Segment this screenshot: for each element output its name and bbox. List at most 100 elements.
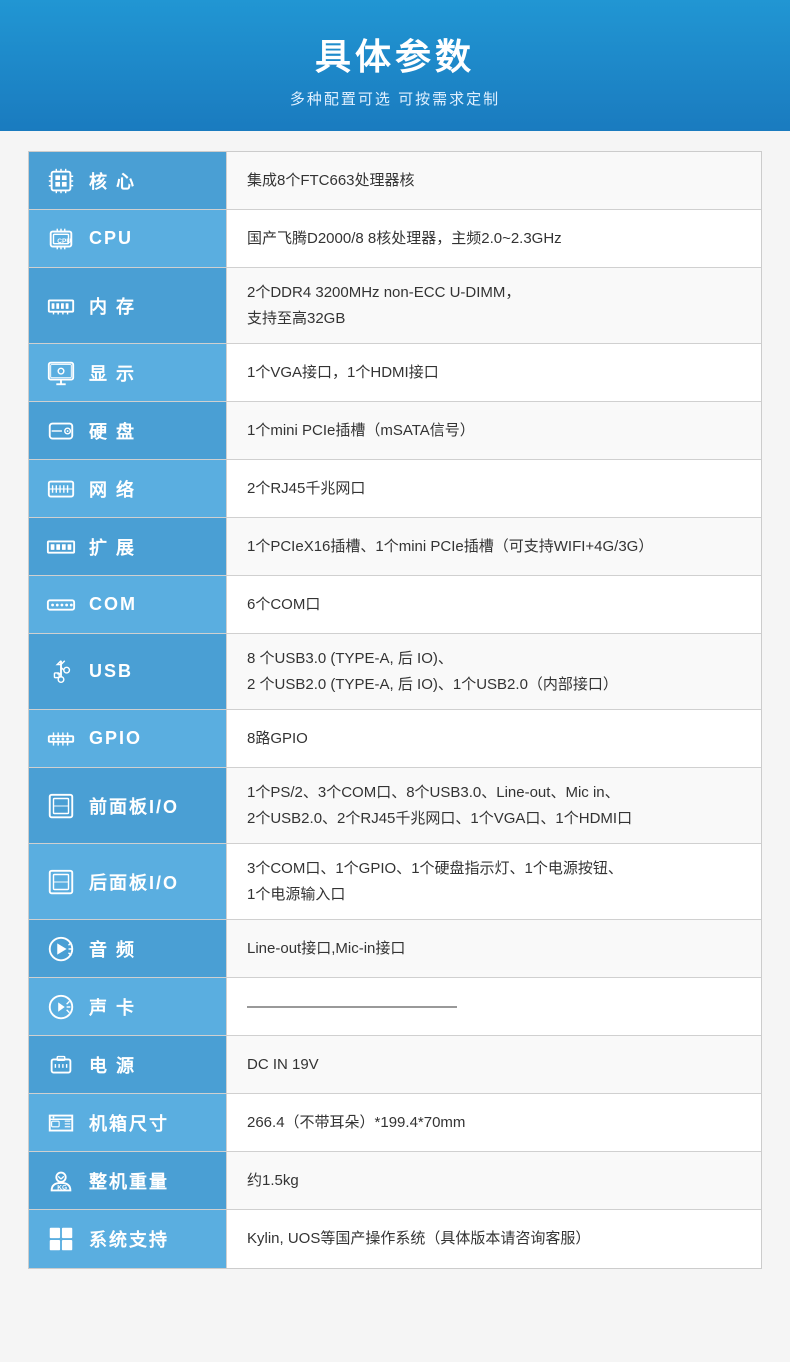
page-header: 具体参数 多种配置可选 可按需求定制 xyxy=(0,0,790,131)
spec-label-soundcard: 声 卡 xyxy=(29,978,227,1035)
spec-value-text-cpu: 国产飞腾D2000/8 8核处理器，主频2.0~2.3GHz xyxy=(247,226,741,252)
spec-value-core: 集成8个FTC663处理器核 xyxy=(227,152,761,209)
spec-value-text-com: 6个COM口 xyxy=(247,592,741,618)
svg-text:KG: KG xyxy=(57,1184,67,1191)
network-icon xyxy=(43,471,79,507)
spec-label-network: 网 络 xyxy=(29,460,227,517)
spec-row-memory: 内 存 2个DDR4 3200MHz non-ECC U-DIMM，支持至高32G… xyxy=(29,268,761,344)
spec-row-core: 核 心 集成8个FTC663处理器核 xyxy=(29,152,761,210)
spec-value-expansion: 1个PCIeX16插槽、1个mini PCIe插槽（可支持WIFI+4G/3G） xyxy=(227,518,761,575)
hdd-icon xyxy=(43,413,79,449)
spec-row-audio: 音 频 Line-out接口,Mic-in接口 xyxy=(29,920,761,978)
spec-value-text-reario: 3个COM口、1个GPIO、1个硬盘指示灯、1个电源按钮、1个电源输入口 xyxy=(247,856,741,907)
spec-value-text-memory: 2个DDR4 3200MHz non-ECC U-DIMM，支持至高32GB xyxy=(247,280,741,331)
power-icon xyxy=(43,1047,79,1083)
usb-icon xyxy=(43,654,79,690)
spec-label-usb: USB xyxy=(29,634,227,709)
spec-row-network: 网 络 2个RJ45千兆网口 xyxy=(29,460,761,518)
spec-label-chassis: 机箱尺寸 xyxy=(29,1094,227,1151)
spec-label-text-chassis: 机箱尺寸 xyxy=(89,1110,169,1136)
spec-label-power: 电 源 xyxy=(29,1036,227,1093)
spec-row-soundcard: 声 卡 —————————————— xyxy=(29,978,761,1036)
spec-label-text-cpu: CPU xyxy=(89,228,133,249)
serial-icon xyxy=(43,587,79,623)
spec-value-text-chassis: 266.4（不带耳朵）*199.4*70mm xyxy=(247,1110,741,1136)
spec-label-expansion: 扩 展 xyxy=(29,518,227,575)
spec-table: 核 心 集成8个FTC663处理器核 CPU CPU 国产飞腾D2000/8 8核处… xyxy=(28,151,762,1269)
spec-value-network: 2个RJ45千兆网口 xyxy=(227,460,761,517)
spec-value-cpu: 国产飞腾D2000/8 8核处理器，主频2.0~2.3GHz xyxy=(227,210,761,267)
gpio-icon xyxy=(43,721,79,757)
spec-value-chassis: 266.4（不带耳朵）*199.4*70mm xyxy=(227,1094,761,1151)
spec-value-com: 6个COM口 xyxy=(227,576,761,633)
spec-label-text-memory: 内 存 xyxy=(89,293,136,319)
pcie-icon xyxy=(43,529,79,565)
spec-label-text-os: 系统支持 xyxy=(89,1226,169,1252)
spec-value-text-storage: 1个mini PCIe插槽（mSATA信号） xyxy=(247,418,741,444)
spec-row-os: 系统支持 Kylin, UOS等国产操作系统（具体版本请咨询客服） xyxy=(29,1210,761,1268)
spec-label-os: 系统支持 xyxy=(29,1210,227,1268)
spec-row-usb: USB 8 个USB3.0 (TYPE-A, 后 IO)、2 个USB2.0 (T… xyxy=(29,634,761,710)
spec-row-gpio: GPIO 8路GPIO xyxy=(29,710,761,768)
spec-label-text-usb: USB xyxy=(89,661,133,682)
spec-label-text-gpio: GPIO xyxy=(89,728,142,749)
spec-value-text-soundcard: —————————————— xyxy=(247,994,741,1020)
spec-label-text-frontio: 前面板I/O xyxy=(89,793,179,819)
weight-icon: KG xyxy=(43,1163,79,1199)
spec-label-text-core: 核 心 xyxy=(89,168,136,194)
spec-value-frontio: 1个PS/2、3个COM口、8个USB3.0、Line-out、Mic in、2… xyxy=(227,768,761,843)
spec-row-chassis: 机箱尺寸 266.4（不带耳朵）*199.4*70mm xyxy=(29,1094,761,1152)
spec-label-text-reario: 后面板I/O xyxy=(89,869,179,895)
soundcard-icon xyxy=(43,989,79,1025)
spec-value-power: DC IN 19V xyxy=(227,1036,761,1093)
spec-value-usb: 8 个USB3.0 (TYPE-A, 后 IO)、2 个USB2.0 (TYPE… xyxy=(227,634,761,709)
spec-label-text-soundcard: 声 卡 xyxy=(89,994,136,1020)
spec-row-com: COM 6个COM口 xyxy=(29,576,761,634)
audio-icon xyxy=(43,931,79,967)
spec-value-text-weight: 约1.5kg xyxy=(247,1168,741,1194)
spec-value-text-network: 2个RJ45千兆网口 xyxy=(247,476,741,502)
spec-label-text-display: 显 示 xyxy=(89,360,136,386)
spec-label-text-storage: 硬 盘 xyxy=(89,418,136,444)
monitor-icon xyxy=(43,355,79,391)
windows-icon xyxy=(43,1221,79,1257)
spec-value-gpio: 8路GPIO xyxy=(227,710,761,767)
spec-row-power: 电 源 DC IN 19V xyxy=(29,1036,761,1094)
spec-value-text-os: Kylin, UOS等国产操作系统（具体版本请咨询客服） xyxy=(247,1226,741,1252)
cpu-grid-icon xyxy=(43,163,79,199)
page-title: 具体参数 xyxy=(20,28,770,80)
spec-value-text-display: 1个VGA接口，1个HDMI接口 xyxy=(247,360,741,386)
spec-value-storage: 1个mini PCIe插槽（mSATA信号） xyxy=(227,402,761,459)
spec-value-audio: Line-out接口,Mic-in接口 xyxy=(227,920,761,977)
ram-icon xyxy=(43,288,79,324)
spec-label-audio: 音 频 xyxy=(29,920,227,977)
spec-label-display: 显 示 xyxy=(29,344,227,401)
spec-label-gpio: GPIO xyxy=(29,710,227,767)
spec-row-cpu: CPU CPU 国产飞腾D2000/8 8核处理器，主频2.0~2.3GHz xyxy=(29,210,761,268)
spec-label-frontio: 前面板I/O xyxy=(29,768,227,843)
spec-value-soundcard: —————————————— xyxy=(227,978,761,1035)
spec-label-storage: 硬 盘 xyxy=(29,402,227,459)
spec-label-text-expansion: 扩 展 xyxy=(89,534,136,560)
spec-label-com: COM xyxy=(29,576,227,633)
spec-row-storage: 硬 盘 1个mini PCIe插槽（mSATA信号） xyxy=(29,402,761,460)
spec-row-frontio: 前面板I/O 1个PS/2、3个COM口、8个USB3.0、Line-out、Mi… xyxy=(29,768,761,844)
page-subtitle: 多种配置可选 可按需求定制 xyxy=(20,88,770,109)
spec-label-weight: KG 整机重量 xyxy=(29,1152,227,1209)
spec-label-text-power: 电 源 xyxy=(89,1052,136,1078)
spec-label-text-audio: 音 频 xyxy=(89,936,136,962)
spec-label-text-com: COM xyxy=(89,594,137,615)
chassis-icon xyxy=(43,1105,79,1141)
cpu-icon: CPU xyxy=(43,221,79,257)
spec-value-text-gpio: 8路GPIO xyxy=(247,726,741,752)
spec-value-text-frontio: 1个PS/2、3个COM口、8个USB3.0、Line-out、Mic in、2… xyxy=(247,780,741,831)
spec-label-memory: 内 存 xyxy=(29,268,227,343)
panel-icon xyxy=(43,788,79,824)
spec-label-text-network: 网 络 xyxy=(89,476,136,502)
spec-value-text-audio: Line-out接口,Mic-in接口 xyxy=(247,936,741,962)
spec-value-reario: 3个COM口、1个GPIO、1个硬盘指示灯、1个电源按钮、1个电源输入口 xyxy=(227,844,761,919)
spec-label-text-weight: 整机重量 xyxy=(89,1168,169,1194)
spec-row-reario: 后面板I/O 3个COM口、1个GPIO、1个硬盘指示灯、1个电源按钮、1个电源输… xyxy=(29,844,761,920)
spec-value-display: 1个VGA接口，1个HDMI接口 xyxy=(227,344,761,401)
spec-label-cpu: CPU CPU xyxy=(29,210,227,267)
